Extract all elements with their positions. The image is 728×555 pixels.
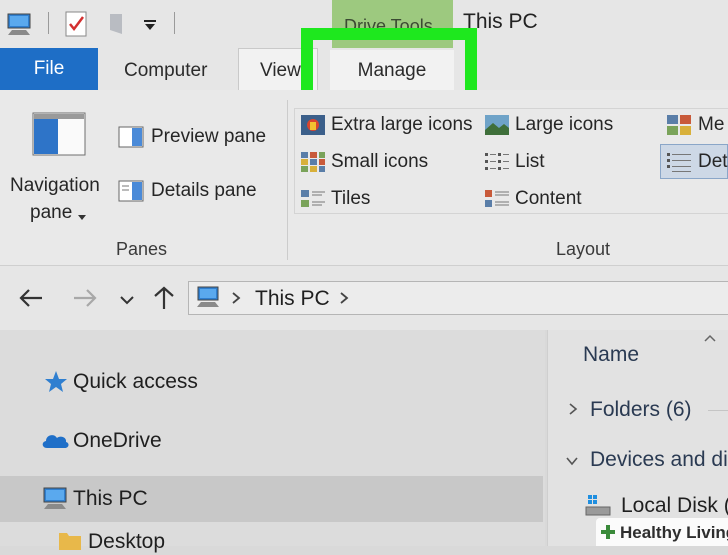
preview-pane-icon[interactable] (118, 126, 144, 153)
column-header-name[interactable]: Name (583, 343, 639, 367)
recent-locations-chevron-icon[interactable] (119, 292, 135, 310)
preview-pane-button[interactable]: Preview pane (151, 126, 266, 148)
breadcrumb-this-pc[interactable]: This PC (255, 287, 330, 311)
layout-group-label: Layout (556, 239, 611, 259)
dropdown-arrow-icon[interactable] (78, 208, 86, 226)
wikihow-logo-icon (600, 524, 616, 545)
details-pane-button[interactable]: Details pane (151, 180, 257, 202)
expand-chevron-icon[interactable] (568, 402, 578, 421)
this-pc-icon (196, 285, 222, 314)
breadcrumb-chevron-icon[interactable] (231, 291, 241, 310)
group-divider-line (708, 410, 728, 411)
ribbon-group-divider (287, 100, 288, 260)
tab-file[interactable]: File (0, 48, 98, 90)
group-header-devices-and-drives[interactable]: Devices and di (590, 448, 728, 472)
qat-divider (174, 12, 175, 34)
tab-computer[interactable]: Computer (124, 60, 207, 82)
nav-item-desktop[interactable]: Desktop (88, 530, 165, 554)
tab-view[interactable]: View (260, 60, 301, 82)
computer-icon (6, 12, 34, 41)
watermark-text: Healthy Living (620, 523, 728, 542)
navigation-pane-button-line1[interactable]: Navigation (10, 175, 100, 197)
properties-icon[interactable] (64, 10, 90, 43)
collapse-chevron-icon[interactable] (565, 453, 579, 471)
this-pc-icon (42, 486, 70, 515)
breadcrumb-chevron-icon[interactable] (339, 291, 349, 310)
back-arrow-icon[interactable] (18, 288, 44, 313)
panes-group-label: Panes (116, 239, 168, 259)
up-arrow-icon[interactable] (152, 285, 176, 316)
desktop-folder-icon (58, 530, 82, 555)
customize-qat-dropdown-icon[interactable] (143, 18, 157, 36)
drive-item-local-disk[interactable]: Local Disk ( (621, 494, 728, 518)
layout-gallery-box (294, 108, 728, 214)
navigation-pane-icon[interactable] (32, 112, 86, 161)
quick-access-star-icon (44, 370, 68, 399)
sort-chevron-up-icon (703, 330, 717, 348)
group-header-folders[interactable]: Folders (6) (590, 398, 692, 422)
details-pane-icon[interactable] (118, 180, 144, 207)
qat-divider (48, 12, 49, 34)
nav-item-this-pc[interactable]: This PC (73, 487, 148, 511)
nav-item-quick-access[interactable]: Quick access (73, 370, 198, 394)
onedrive-cloud-icon (40, 430, 70, 455)
nav-item-onedrive[interactable]: OneDrive (73, 429, 162, 453)
navigation-pane-button-line2[interactable]: pane (30, 202, 72, 224)
new-folder-icon[interactable] (108, 12, 126, 41)
forward-arrow-icon (72, 288, 98, 313)
